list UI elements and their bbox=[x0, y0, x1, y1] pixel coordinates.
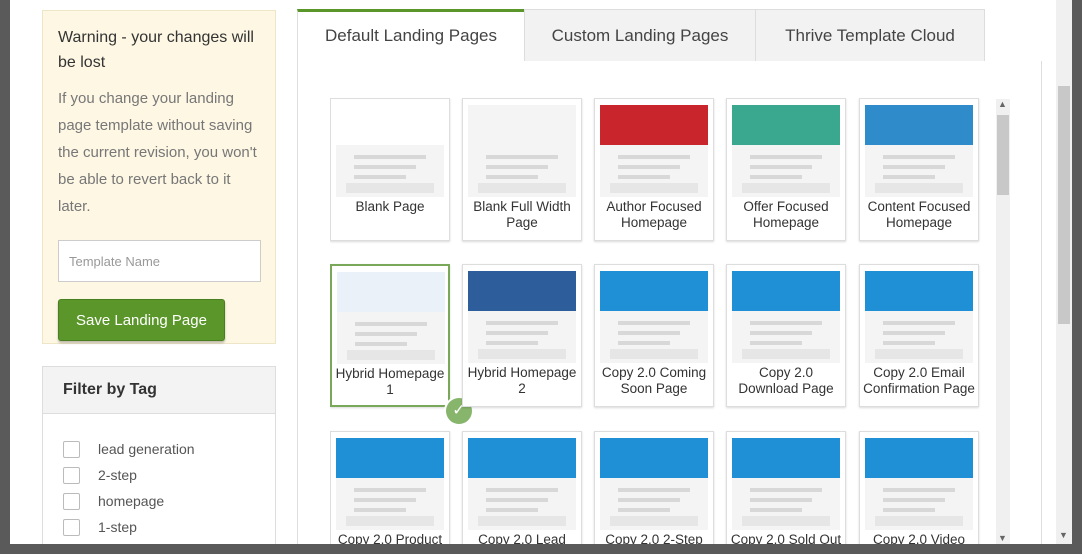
template-label: Copy 2.0 Lead bbox=[478, 532, 566, 544]
tag-checkbox[interactable] bbox=[63, 492, 80, 510]
template-card[interactable]: Offer Focused Homepage bbox=[726, 98, 846, 241]
template-card[interactable]: Content Focused Homepage bbox=[859, 98, 979, 241]
tag-label: 1-step bbox=[98, 519, 137, 535]
template-card[interactable]: Hybrid Homepage 2 bbox=[462, 264, 582, 407]
template-card[interactable]: Copy 2.0 Sold Out bbox=[726, 431, 846, 544]
template-label: Copy 2.0 Coming Soon Page bbox=[601, 365, 707, 396]
save-landing-page-button[interactable]: Save Landing Page bbox=[58, 299, 225, 341]
template-grid: Blank Page Blank Full Width Page Author Fo… bbox=[330, 98, 982, 544]
scroll-down-icon[interactable]: ▼ bbox=[998, 533, 1007, 543]
tag-checkbox[interactable] bbox=[63, 440, 80, 458]
modal-scrollbar[interactable]: ▼ bbox=[1056, 0, 1072, 544]
template-label: Copy 2.0 2-Step bbox=[605, 532, 703, 544]
template-thumbnail bbox=[600, 105, 708, 197]
template-label: Copy 2.0 Product bbox=[337, 532, 443, 544]
template-label: Copy 2.0 Sold Out bbox=[730, 532, 842, 544]
template-thumbnail bbox=[336, 105, 444, 197]
tab-custom-landing-pages[interactable]: Custom Landing Pages bbox=[524, 9, 756, 62]
template-thumbnail bbox=[865, 105, 973, 197]
template-thumbnail bbox=[865, 438, 973, 530]
template-thumbnail bbox=[732, 271, 840, 363]
tab-thrive-template-cloud[interactable]: Thrive Template Cloud bbox=[755, 9, 985, 62]
template-card[interactable]: Author Focused Homepage bbox=[594, 98, 714, 241]
template-thumbnail bbox=[732, 105, 840, 197]
template-label: Content Focused Homepage bbox=[867, 199, 971, 230]
tag-label: lead generation bbox=[98, 441, 195, 457]
tag-label: homepage bbox=[98, 493, 165, 509]
modal-scroll-thumb[interactable] bbox=[1058, 86, 1070, 324]
template-thumbnail bbox=[468, 271, 576, 363]
scroll-up-icon[interactable]: ▲ bbox=[998, 99, 1007, 109]
template-card[interactable]: Copy 2.0 Download Page bbox=[726, 264, 846, 407]
template-thumbnail bbox=[336, 438, 444, 530]
template-thumbnail bbox=[600, 438, 708, 530]
template-name-input[interactable] bbox=[58, 240, 261, 282]
tag-checkbox[interactable] bbox=[63, 518, 80, 536]
template-card[interactable]: Copy 2.0 2-Step bbox=[594, 431, 714, 544]
tag-item[interactable]: lead generation bbox=[63, 436, 275, 462]
template-label: Copy 2.0 Email Confirmation Page bbox=[863, 365, 975, 396]
template-thumbnail bbox=[600, 271, 708, 363]
tag-checkbox[interactable] bbox=[63, 466, 80, 484]
template-tabs: Default Landing Pages Custom Landing Page… bbox=[297, 9, 1042, 63]
template-label: Author Focused Homepage bbox=[606, 199, 702, 230]
template-thumbnail bbox=[732, 438, 840, 530]
template-card[interactable]: Copy 2.0 Product bbox=[330, 431, 450, 544]
template-card[interactable]: Copy 2.0 Video bbox=[859, 431, 979, 544]
grid-scroll-thumb[interactable] bbox=[997, 115, 1009, 195]
template-label: Hybrid Homepage 2 bbox=[467, 365, 577, 396]
warning-title: Warning - your changes will be lost bbox=[58, 29, 254, 71]
template-label: Copy 2.0 Download Page bbox=[738, 365, 834, 396]
tag-list: lead generation 2-step homepage 1-step bbox=[43, 414, 275, 540]
warning-panel: Warning - your changes will be lost If y… bbox=[42, 10, 276, 344]
template-label: Hybrid Homepage 1 bbox=[335, 366, 445, 397]
filter-title: Filter by Tag bbox=[43, 367, 275, 414]
template-label: Offer Focused Homepage bbox=[743, 199, 829, 230]
template-card[interactable]: Blank Full Width Page bbox=[462, 98, 582, 241]
template-thumbnail bbox=[337, 272, 445, 364]
tag-item[interactable]: homepage bbox=[63, 488, 275, 514]
landing-page-modal: Warning - your changes will be lost If y… bbox=[10, 0, 1072, 544]
template-card[interactable]: Hybrid Homepage 1 ✓ bbox=[330, 264, 472, 424]
template-card[interactable]: Copy 2.0 Lead bbox=[462, 431, 582, 544]
template-card[interactable]: Copy 2.0 Coming Soon Page bbox=[594, 264, 714, 407]
grid-scrollbar[interactable]: ▲ ▼ bbox=[996, 99, 1010, 544]
template-card[interactable]: Blank Page bbox=[330, 98, 450, 241]
template-thumbnail bbox=[468, 438, 576, 530]
tag-item[interactable]: 2-step bbox=[63, 462, 275, 488]
template-label: Copy 2.0 Video bbox=[872, 532, 966, 544]
template-thumbnail bbox=[468, 105, 576, 197]
warning-text: If you change your landing page template… bbox=[58, 90, 257, 215]
template-label: Blank Full Width Page bbox=[473, 199, 571, 230]
tag-item[interactable]: 1-step bbox=[63, 514, 275, 540]
filter-by-tag-panel: Filter by Tag lead generation 2-step homep… bbox=[42, 366, 276, 544]
template-card[interactable]: Copy 2.0 Email Confirmation Page bbox=[859, 264, 979, 407]
template-thumbnail bbox=[865, 271, 973, 363]
template-label: Blank Page bbox=[355, 199, 425, 214]
tab-default-landing-pages[interactable]: Default Landing Pages bbox=[297, 9, 525, 63]
tag-label: 2-step bbox=[98, 467, 137, 483]
modal-scroll-down-icon[interactable]: ▼ bbox=[1059, 530, 1068, 540]
templates-panel: Blank Page Blank Full Width Page Author Fo… bbox=[297, 61, 1042, 544]
